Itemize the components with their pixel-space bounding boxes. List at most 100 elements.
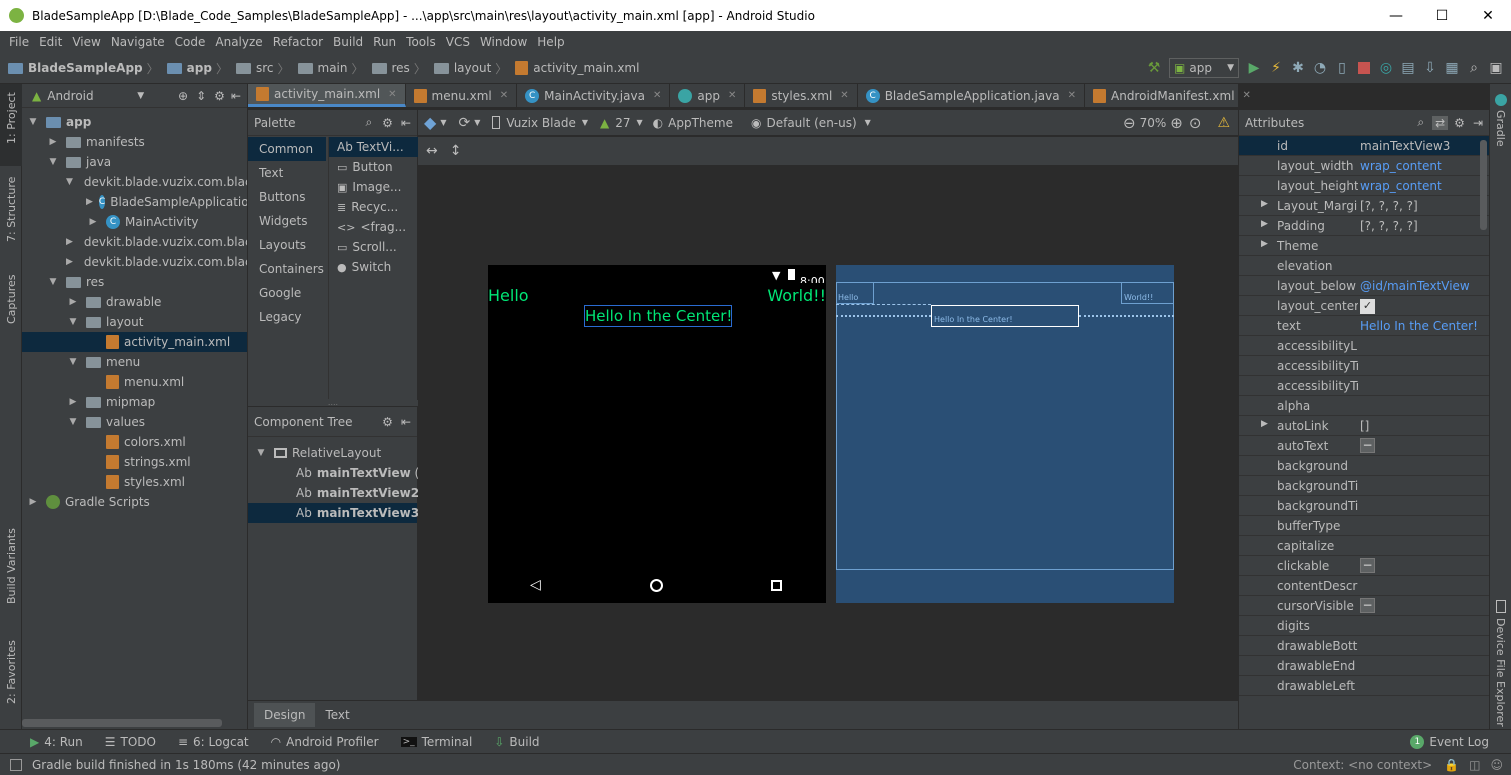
hide-icon[interactable]: ⇤ [231,89,241,103]
palette-category[interactable]: Google [248,281,326,305]
chevron-right-icon[interactable]: ▶ [86,217,100,227]
event-log-button[interactable]: 1 Event Log [1410,734,1489,749]
phone-preview[interactable]: ▼ 8:00 Hello World!! Hello In the Center… [488,265,826,603]
attribute-row[interactable]: contentDescrip [1239,576,1489,596]
menu-window[interactable]: Window [475,35,532,49]
project-tool-button[interactable]: 1: Project [5,92,18,144]
project-view-select[interactable]: Android [47,89,127,103]
expand-horizontal-icon[interactable]: ↔ [426,143,438,159]
hide-icon[interactable]: ⇤ [401,415,411,429]
blueprint-preview[interactable]: Hello World!! Hello In the Center! [836,265,1174,603]
attribute-row[interactable]: ▶ Theme [1239,236,1489,256]
close-icon[interactable]: ✕ [653,90,661,101]
search-icon[interactable]: ⌕ [1417,115,1424,130]
dropdown-icon[interactable]: ▼ [582,118,588,127]
breadcrumb-item[interactable]: activity_main.xml [515,61,639,75]
project-tree-item[interactable]: styles.xml [22,472,247,492]
editor-tab[interactable]: activity_main.xml ✕ [248,84,406,107]
chevron-down-icon[interactable]: ▼ [46,157,60,167]
palette-category[interactable]: Buttons [248,185,326,209]
tab-design[interactable]: Design [254,703,316,727]
menu-help[interactable]: Help [532,35,569,49]
attribute-value[interactable]: − [1358,598,1478,613]
component-tree-item[interactable]: AbmainTextView2 (T [248,483,435,503]
inspector-icon[interactable]: ☺ [1490,758,1503,772]
locale-select[interactable]: Default (en-us) [766,116,856,130]
palette-item[interactable]: <> <frag... [329,217,418,237]
palette-category[interactable]: Legacy [248,305,326,329]
palette-category[interactable]: Common [248,137,326,161]
debug-icon[interactable]: ✱ [1287,57,1309,79]
palette-category[interactable]: Widgets [248,209,326,233]
attribute-row[interactable]: drawableBottor [1239,636,1489,656]
target-icon[interactable]: ⊕ [178,89,188,103]
attribute-row[interactable]: layout_below @id/mainTextView [1239,276,1489,296]
orientation-icon[interactable]: ⟳ [458,115,470,131]
attach-debugger-icon[interactable]: ▯ [1331,57,1353,79]
recents-nav-icon[interactable] [771,580,782,591]
attribute-row[interactable]: alpha [1239,396,1489,416]
menu-build[interactable]: Build [328,35,368,49]
chevron-down-icon[interactable]: ▼ [46,277,60,287]
attribute-row[interactable]: drawableLeft [1239,676,1489,696]
gear-icon[interactable]: ⚙ [382,116,393,130]
editor-tab[interactable]: app ✕ [670,84,746,107]
attribute-value[interactable]: [] [1358,419,1478,433]
palette-item[interactable]: ▣ Image... [329,177,418,197]
gear-icon[interactable]: ⚙ [1454,116,1465,130]
attribute-row[interactable]: autoText − [1239,436,1489,456]
attribute-value[interactable]: [?, ?, ?, ?] [1358,219,1478,233]
palette-item[interactable]: ● Switch [329,257,418,277]
theme-select[interactable]: AppTheme [668,116,733,130]
project-tree-item[interactable]: strings.xml [22,452,247,472]
palette-category[interactable]: Containers [248,257,326,281]
gear-icon[interactable]: ⚙ [214,89,225,103]
stop-icon[interactable] [1353,57,1375,79]
vertical-scrollbar[interactable] [1480,140,1487,230]
zoom-out-icon[interactable]: ⊖ [1123,114,1136,132]
component-tree-item[interactable]: AbmainTextView (Te [248,463,432,483]
run-icon[interactable]: ▶ [1243,57,1265,79]
search-icon[interactable]: ⌕ [1463,57,1485,79]
project-tree-item[interactable]: ▼ layout [22,312,247,332]
chevron-down-icon[interactable]: ▼ [66,357,80,367]
project-tree-item[interactable]: ▼ values [22,412,247,432]
attribute-row[interactable]: cursorVisible − [1239,596,1489,616]
project-structure-icon[interactable]: ▦ [1441,57,1463,79]
chevron-right-icon[interactable]: ▶ [1261,199,1268,209]
run-tool-button[interactable]: ▶ 4: Run [30,735,83,749]
attribute-row[interactable]: background [1239,456,1489,476]
project-tree-item[interactable]: ▼ res [22,272,247,292]
component-tree-item[interactable]: AbmainTextView3 (T [248,503,435,523]
breadcrumb-item[interactable]: app 〉 [166,60,228,77]
blueprint-hello[interactable]: Hello [836,282,874,304]
project-tree-item[interactable]: activity_main.xml [22,332,247,352]
project-tree-item[interactable]: menu.xml [22,372,247,392]
project-tree-item[interactable]: ▶ C BladeSampleApplicatio [22,192,247,212]
project-tree-item[interactable]: ▶ mipmap [22,392,247,412]
attribute-row[interactable]: layout_height wrap_content [1239,176,1489,196]
attribute-row[interactable]: id mainTextView3 [1239,136,1489,156]
breadcrumb-item[interactable]: src 〉 [235,60,290,77]
attribute-row[interactable]: digits [1239,616,1489,636]
menu-file[interactable]: File [4,35,34,49]
breadcrumb-item[interactable]: res 〉 [371,60,426,77]
project-tree-item[interactable]: ▼ app [22,112,247,132]
dropdown-icon[interactable]: ▼ [137,91,144,101]
warning-icon[interactable]: ⚠ [1217,115,1230,131]
attribute-row[interactable]: capitalize [1239,536,1489,556]
palette-category[interactable]: Text [248,161,326,185]
status-toggle-icon[interactable] [10,758,22,771]
attribute-row[interactable]: accessibilityTra [1239,376,1489,396]
breadcrumb-item[interactable]: main 〉 [297,60,364,77]
sdk-manager-icon[interactable]: ⇩ [1419,57,1441,79]
attribute-value[interactable]: @id/mainTextView [1358,279,1478,293]
avd-manager-icon[interactable]: ▤ [1397,57,1419,79]
chevron-down-icon[interactable]: ▼ [66,177,73,187]
api-select[interactable]: 27 [615,116,630,130]
close-icon[interactable]: ✕ [500,90,508,101]
chevron-right-icon[interactable]: ▶ [1261,239,1268,249]
chevron-right-icon[interactable]: ▶ [1261,219,1268,229]
attribute-value[interactable]: [?, ?, ?, ?] [1358,199,1478,213]
menu-vcs[interactable]: VCS [441,35,475,49]
